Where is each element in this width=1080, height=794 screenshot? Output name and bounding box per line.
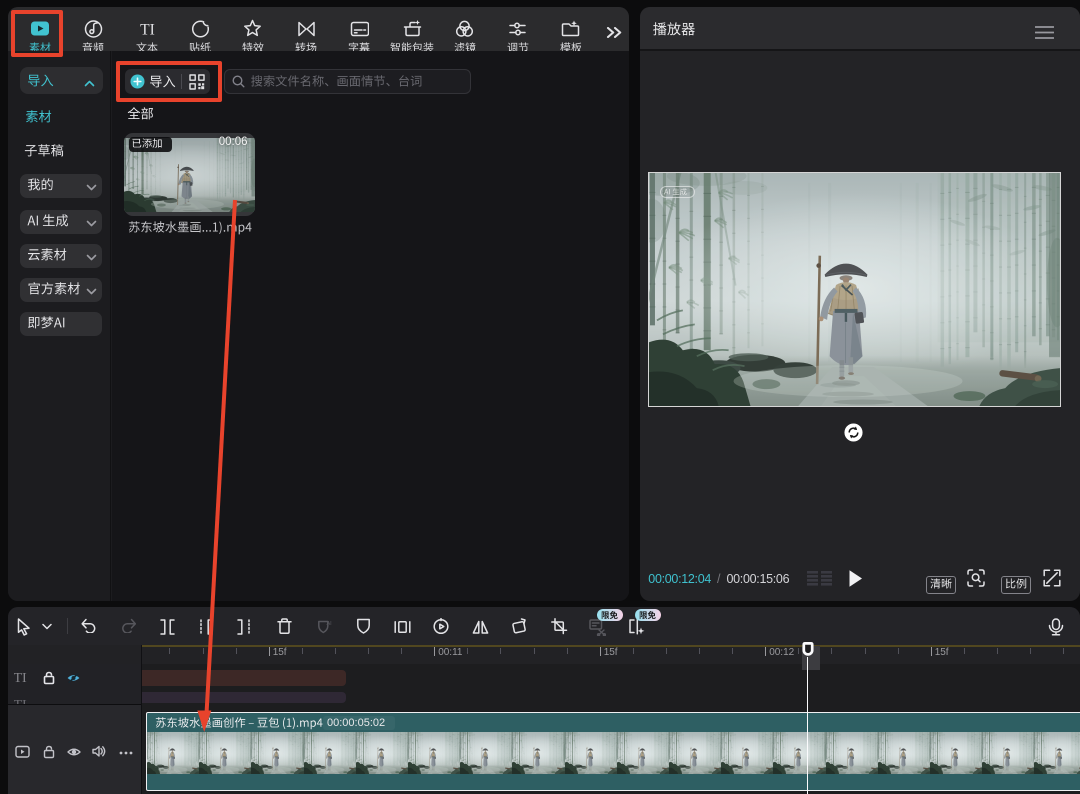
svg-text:TI: TI [140, 22, 155, 39]
svg-text:AI: AI [327, 621, 333, 627]
